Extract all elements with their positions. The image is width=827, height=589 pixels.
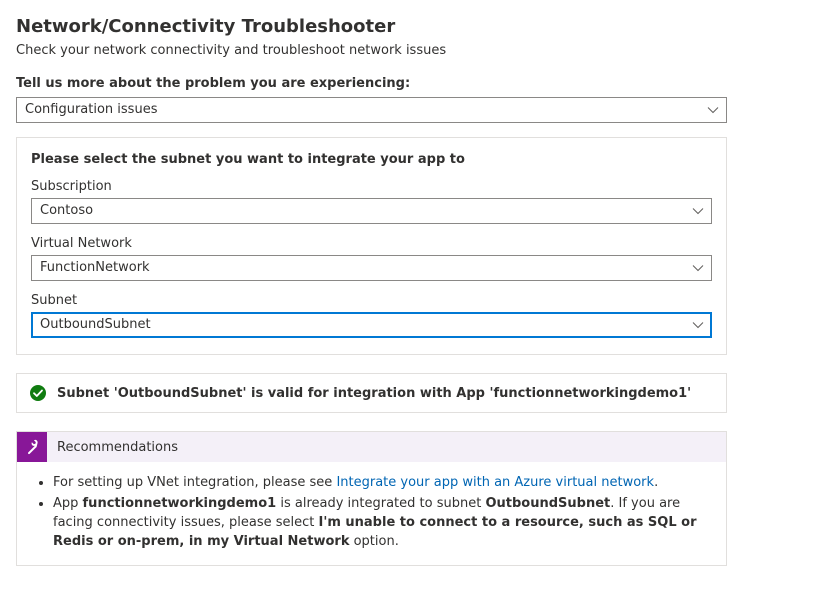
recommendations-panel: Recommendations For setting up VNet inte… (16, 431, 727, 566)
recommendations-title: Recommendations (47, 440, 178, 455)
rec2-app-name: functionnetworkingdemo1 (83, 496, 277, 511)
problem-prompt-label: Tell us more about the problem you are e… (16, 76, 811, 91)
vnet-select[interactable]: FunctionNetwork (31, 255, 712, 281)
subnet-panel: Please select the subnet you want to int… (16, 137, 727, 355)
recommendations-header: Recommendations (17, 432, 726, 462)
status-panel: Subnet 'OutboundSubnet' is valid for int… (16, 373, 727, 413)
subnet-panel-title: Please select the subnet you want to int… (31, 152, 712, 167)
subnet-label: Subnet (31, 293, 712, 308)
vnet-integration-link[interactable]: Integrate your app with an Azure virtual… (336, 475, 654, 490)
recommendations-body: For setting up VNet integration, please … (17, 462, 726, 565)
status-text: Subnet 'OutboundSubnet' is valid for int… (57, 386, 691, 401)
subnet-select-value[interactable]: OutboundSubnet (31, 312, 712, 338)
vnet-select-value[interactable]: FunctionNetwork (31, 255, 712, 281)
rec2-t4: option. (349, 534, 398, 549)
success-check-icon (29, 384, 47, 402)
subnet-select[interactable]: OutboundSubnet (31, 312, 712, 338)
rec1-prefix: For setting up VNet integration, please … (53, 475, 336, 490)
page-subtitle: Check your network connectivity and trou… (16, 43, 811, 58)
rec2-t1: App (53, 496, 83, 511)
problem-select-value[interactable]: Configuration issues (16, 97, 727, 123)
rec1-suffix: . (654, 475, 658, 490)
subscription-select[interactable]: Contoso (31, 198, 712, 224)
rec2-t2: is already integrated to subnet (276, 496, 485, 511)
problem-select[interactable]: Configuration issues (16, 97, 727, 123)
recommendation-item: App functionnetworkingdemo1 is already i… (53, 495, 712, 552)
page-title: Network/Connectivity Troubleshooter (16, 16, 811, 37)
wrench-icon (17, 432, 47, 462)
recommendation-item: For setting up VNet integration, please … (53, 474, 712, 493)
subscription-label: Subscription (31, 179, 712, 194)
rec2-subnet-name: OutboundSubnet (485, 496, 610, 511)
vnet-label: Virtual Network (31, 236, 712, 251)
subscription-select-value[interactable]: Contoso (31, 198, 712, 224)
